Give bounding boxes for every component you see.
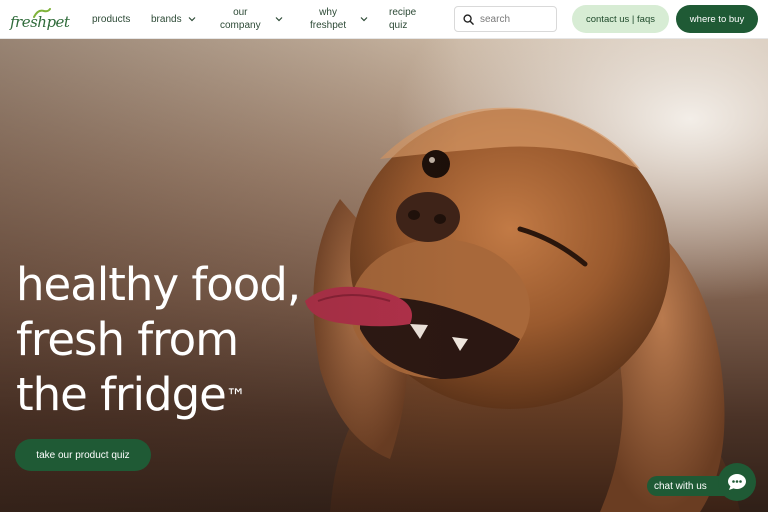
search-input[interactable] — [480, 13, 550, 25]
nav-products-label: products — [92, 13, 131, 25]
nav-brands[interactable]: brands — [151, 0, 196, 38]
search-icon — [463, 13, 474, 25]
nav-why-freshpet-line2: freshpet — [310, 20, 347, 31]
nav-our-company-line2: company — [220, 20, 261, 31]
chat-bubble-icon — [728, 474, 746, 490]
trademark-symbol: ™ — [225, 384, 246, 408]
logo-text: freshpet — [10, 13, 70, 31]
chevron-down-icon — [188, 17, 196, 22]
hero-section: healthy food, fresh from the fridge™ tak… — [0, 39, 768, 512]
freshpet-logo[interactable]: freshpet — [10, 8, 70, 32]
hero-headline-line2: fresh from — [16, 313, 239, 366]
nav-our-company[interactable]: our company — [220, 0, 283, 38]
where-to-buy-button[interactable]: where to buy — [676, 5, 758, 33]
site-header: freshpet products brands our company why… — [0, 0, 768, 39]
chat-with-us-label[interactable]: chat with us — [647, 476, 729, 496]
search-box[interactable] — [454, 6, 557, 32]
hero-headline: healthy food, fresh from the fridge™ — [16, 257, 336, 422]
chat-button[interactable] — [718, 463, 756, 501]
nav-brands-label: brands — [151, 13, 182, 25]
contact-us-faqs-button[interactable]: contact us | faqs — [572, 5, 669, 33]
nav-our-company-line1: our — [233, 7, 248, 18]
chevron-down-icon — [360, 17, 368, 22]
hero-headline-line1: healthy food, — [16, 258, 301, 311]
nav-why-freshpet[interactable]: why freshpet — [310, 0, 368, 38]
nav-recipe-quiz[interactable]: recipe quiz — [389, 0, 416, 38]
hero-headline-line3: the fridge — [16, 368, 227, 421]
take-product-quiz-button[interactable]: take our product quiz — [15, 439, 151, 471]
chevron-down-icon — [275, 17, 283, 22]
nav-why-freshpet-line1: why — [319, 7, 337, 18]
hero-headline-line3-wrap: the fridge™ — [16, 367, 336, 422]
nav-recipe-quiz-line1: recipe — [389, 7, 417, 18]
nav-recipe-quiz-line2: quiz — [389, 20, 408, 31]
nav-products[interactable]: products — [92, 0, 130, 38]
